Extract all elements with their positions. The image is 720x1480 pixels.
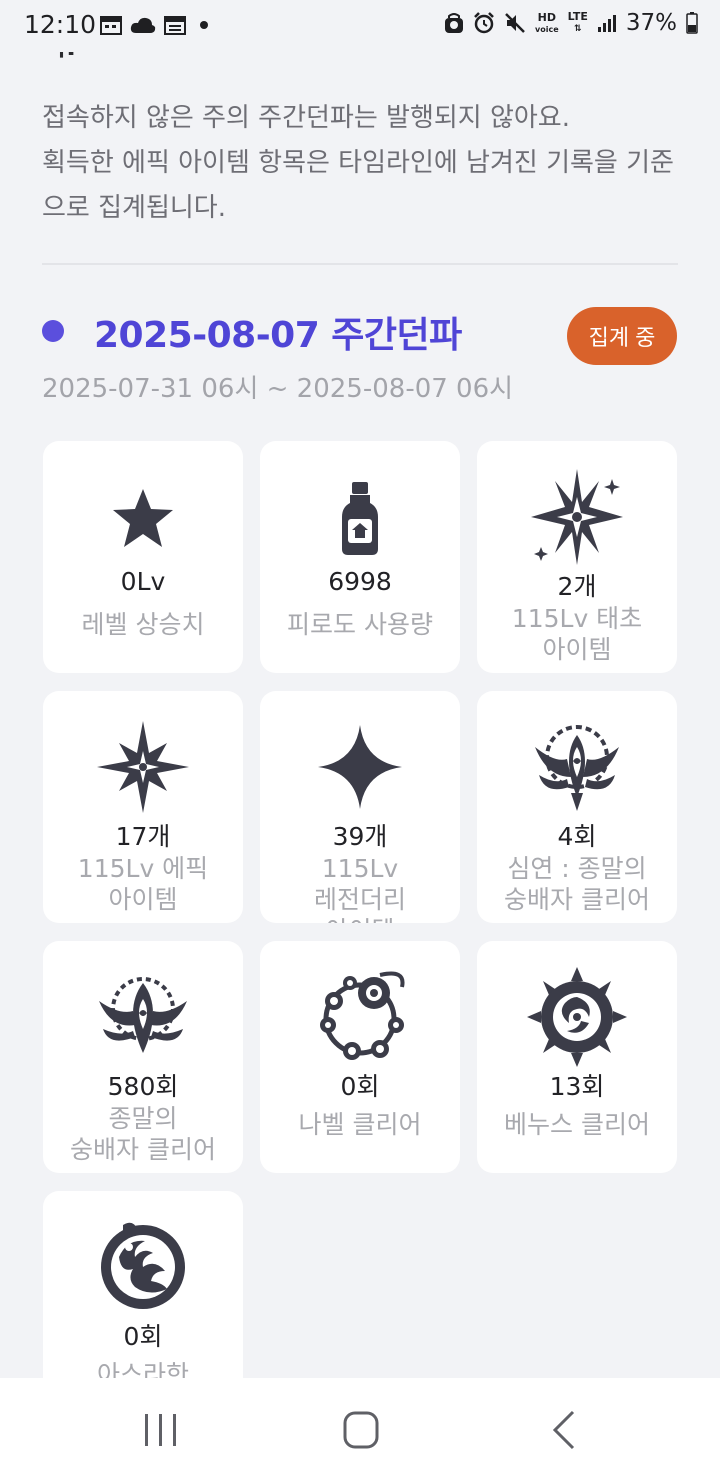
- stat-value: 13회: [549, 1072, 605, 1101]
- worshipper-emblem-icon: [99, 977, 187, 1053]
- stat-label: 피로도 사용량: [287, 610, 433, 639]
- app-lock-icon: [445, 13, 464, 33]
- back-icon[interactable]: [533, 1408, 593, 1452]
- section-bullet: [42, 320, 64, 342]
- stat-label: 115Lv 태초 아이템: [511, 604, 643, 664]
- notice-line: 으로 집계됩니다.: [42, 193, 226, 223]
- status-bar: 12:10 HD voice LTE ⇅ 37%: [0, 0, 720, 52]
- stat-value: 0회: [340, 1072, 380, 1101]
- home-icon[interactable]: [331, 1408, 391, 1452]
- stat-value: 4회: [557, 822, 597, 851]
- stat-value: 580회: [107, 1072, 179, 1101]
- calendar-icon: [164, 16, 186, 35]
- stat-card-abyss-worshipper[interactable]: 4회 심연 : 종말의 숭배자 클리어: [477, 691, 677, 923]
- battery-percent: 37%: [625, 10, 677, 36]
- hd-label: HD: [537, 10, 557, 24]
- more-notifications-dot-icon: [200, 21, 208, 29]
- stat-card-legendary-item[interactable]: 39개 115Lv 레전더리 아이템: [260, 691, 460, 923]
- lte-label: LTE: [567, 10, 588, 23]
- hd-voice-indicator: HD voice: [535, 12, 559, 35]
- stat-label: 115Lv 레전더리 아이템: [313, 854, 406, 923]
- signal-icon: [597, 15, 616, 32]
- section-title: 2025-08-07 주간던파: [94, 315, 462, 356]
- stat-label: 레벨 상승치: [81, 610, 205, 639]
- stat-value: 17개: [115, 822, 171, 851]
- potion-bottle-icon: [342, 482, 378, 555]
- voice-label: voice: [535, 24, 559, 34]
- stat-label: 베누스 클리어: [504, 1110, 650, 1139]
- stat-label: 115Lv 에픽 아이템: [77, 854, 209, 914]
- battery-icon: [686, 12, 698, 34]
- mute-icon: [505, 13, 525, 33]
- star-icon: [113, 489, 173, 547]
- stat-label: 종말의 숭배자 클리어: [70, 1104, 216, 1164]
- primal-sparkle-icon: [531, 469, 623, 565]
- lte-indicator: LTE ⇅: [567, 10, 588, 34]
- stat-label: 심연 : 종말의 숭배자 클리어: [504, 854, 650, 914]
- stat-value: 0Lv: [120, 567, 166, 596]
- stat-card-epic-item[interactable]: 17개 115Lv 에픽 아이템: [43, 691, 243, 923]
- calendar-icon: [100, 16, 122, 35]
- stat-value: 6998: [328, 567, 392, 596]
- stat-value: 2개: [557, 572, 597, 601]
- notice-line: 접속하지 않은 주의 주간던파는 발행되지 않아요.: [42, 103, 570, 133]
- status-time: 12:10: [24, 10, 97, 39]
- stat-value: 0회: [123, 1322, 163, 1351]
- epic-sparkle-icon: [97, 721, 189, 813]
- stat-card-primal-item[interactable]: 2개 115Lv 태초 아이템: [477, 441, 677, 673]
- alarm-icon: [474, 12, 494, 34]
- cloud-icon: [130, 17, 156, 33]
- nabel-orbs-icon: [320, 971, 405, 1060]
- stat-label: 나벨 클리어: [298, 1110, 422, 1139]
- notice-text: 접속하지 않은 주의 주간던파는 발행되지 않아요. 획득한 에픽 아이템 항목…: [42, 96, 682, 231]
- asrahan-swirl-icon: [101, 1222, 185, 1309]
- notice-line: 획득한 에픽 아이템 항목은 타임라인에 남겨진 기록을 기준: [42, 148, 674, 178]
- stat-card-fatigue[interactable]: 6998 피로도 사용량: [260, 441, 460, 673]
- stat-card-venus[interactable]: 13회 베누스 클리어: [477, 941, 677, 1173]
- abyss-emblem-icon: [535, 725, 619, 811]
- system-navigation-bar: [0, 1378, 720, 1480]
- stat-card-nabel[interactable]: 0회 나벨 클리어: [260, 941, 460, 1173]
- divider: [42, 263, 678, 265]
- stat-card-worshipper[interactable]: 580회 종말의 숭배자 클리어: [43, 941, 243, 1173]
- recent-apps-icon[interactable]: [131, 1408, 191, 1452]
- date-range: 2025-07-31 06시 ~ 2025-08-07 06시: [42, 374, 514, 404]
- notification-icons: [100, 15, 214, 35]
- stat-value: 39개: [332, 822, 388, 851]
- legendary-star-icon: [318, 725, 402, 809]
- system-status-icons: HD voice LTE ⇅ 37%: [444, 10, 698, 36]
- stat-card-level[interactable]: 0Lv 레벨 상승치: [43, 441, 243, 673]
- status-badge[interactable]: 집계 중: [567, 307, 677, 365]
- venus-rose-icon: [527, 967, 627, 1067]
